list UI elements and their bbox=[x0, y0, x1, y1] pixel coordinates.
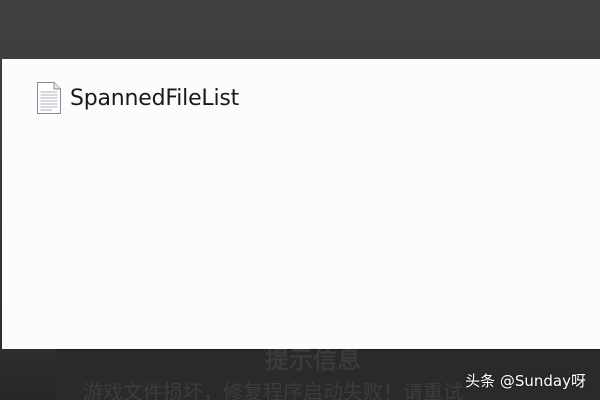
desktop: 提示信息 游戏文件损坏，修复程序启动失败！请重试 SpannedFileList… bbox=[0, 0, 600, 400]
text-file-icon bbox=[37, 82, 61, 114]
watermark: 头条 @Sunday呀 bbox=[465, 372, 586, 390]
background-dialog-message: 游戏文件损坏，修复程序启动失败！请重试 bbox=[83, 380, 463, 400]
file-item-spannedfilelist[interactable]: SpannedFileList bbox=[32, 80, 243, 116]
file-list-panel: SpannedFileList bbox=[2, 59, 600, 349]
file-name-label: SpannedFileList bbox=[70, 85, 240, 111]
